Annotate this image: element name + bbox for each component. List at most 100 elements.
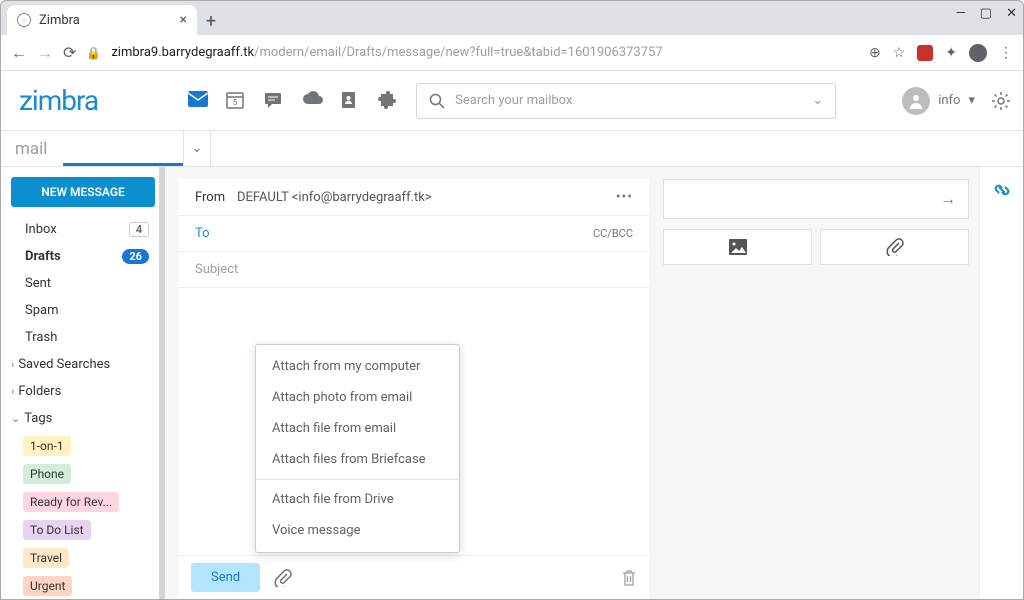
star-icon[interactable]: ☆ (893, 45, 906, 61)
zoom-plus-icon[interactable]: ⊕ (869, 45, 881, 61)
from-row: From DEFAULT <info@barrydegraaff.tk> ••• (179, 179, 649, 216)
new-message-button[interactable]: NEW MESSAGE (11, 177, 155, 207)
ublock-icon[interactable] (917, 45, 933, 61)
attach-file-from-drive[interactable]: Attach file from Drive (256, 484, 459, 515)
insert-image-button[interactable] (663, 229, 812, 265)
profile-icon[interactable] (969, 44, 987, 62)
from-label: From (195, 190, 237, 205)
attach-menu: Attach from my computer Attach photo fro… (255, 344, 460, 553)
close-icon[interactable]: × (180, 12, 187, 28)
avatar-icon (902, 87, 930, 115)
tag-1on1[interactable]: 1-on-1 (23, 436, 71, 456)
user-label: info (938, 93, 960, 108)
attach-button[interactable] (266, 565, 300, 591)
folder-label: Tags (24, 411, 52, 426)
subject-input[interactable]: Subject (179, 252, 649, 288)
url-path: /modern/email/Drafts/message/new?full=tr… (254, 45, 663, 60)
forward-icon: → (37, 43, 53, 63)
chat-icon[interactable] (264, 91, 284, 111)
mail-tabs-bar: mail ⌄ (1, 131, 1023, 167)
compose-more-menu-icon[interactable]: ••• (616, 189, 633, 205)
folder-saved-searches[interactable]: › Saved Searches (9, 352, 157, 377)
calendar-icon[interactable]: 5 (226, 91, 246, 111)
folder-trash[interactable]: Trash (9, 325, 157, 350)
tab-title: Zimbra (39, 13, 80, 28)
close-window-icon[interactable]: ✕ (1006, 6, 1017, 21)
extensions-icon[interactable]: ✦ (945, 45, 957, 61)
folder-spam[interactable]: Spam (9, 298, 157, 323)
gear-icon[interactable] (991, 91, 1011, 111)
chevron-down-icon[interactable]: ⌄ (812, 93, 823, 108)
zimbra-logo[interactable]: zimbra (19, 84, 98, 117)
caret-down-icon: ▾ (968, 93, 975, 108)
tag-ready-review[interactable]: Ready for Rev... (23, 492, 119, 512)
chevron-down-icon: ⌄ (11, 412, 20, 425)
folder-drafts[interactable]: Drafts 26 (9, 244, 157, 269)
tag-phone[interactable]: Phone (23, 464, 71, 484)
drafts-count: 26 (122, 249, 149, 264)
window-controls: — ▢ ✕ (956, 6, 1017, 21)
browser-tab[interactable]: ◌ Zimbra × (7, 5, 197, 35)
folder-label: Inbox (25, 222, 57, 237)
folder-folders[interactable]: › Folders (9, 379, 157, 404)
kebab-menu-icon[interactable]: ⋮ (999, 45, 1013, 61)
contacts-icon[interactable] (340, 91, 360, 111)
attach-photo-from-email[interactable]: Attach photo from email (256, 382, 459, 413)
folder-label: Saved Searches (18, 357, 110, 372)
ccbcc-toggle[interactable]: CC/BCC (593, 227, 633, 240)
right-search-input[interactable]: → (663, 179, 969, 219)
folder-label: Spam (25, 303, 59, 318)
attach-from-computer[interactable]: Attach from my computer (256, 351, 459, 382)
far-right-bar (979, 167, 1023, 599)
svg-text:5: 5 (233, 98, 238, 107)
url-field[interactable]: zimbra9.barrydegraaff.tk/modern/email/Dr… (111, 45, 859, 60)
tag-travel[interactable]: Travel (23, 548, 69, 568)
minimize-icon[interactable]: — (956, 6, 966, 21)
chevron-right-icon: › (11, 358, 14, 371)
inbox-count: 4 (129, 222, 149, 237)
insert-attachment-button[interactable] (820, 229, 969, 265)
user-menu[interactable]: info ▾ (902, 87, 975, 115)
mail-tab-dropdown[interactable]: ⌄ (183, 131, 211, 166)
globe-icon: ◌ (17, 13, 31, 27)
app-header: zimbra 5 Search you (1, 71, 1023, 131)
link-chain-icon[interactable] (991, 179, 1013, 201)
attach-file-from-email[interactable]: Attach file from email (256, 413, 459, 444)
folder-label: Folders (18, 384, 61, 399)
search-input[interactable]: Search your mailbox ⌄ (416, 83, 836, 119)
mail-label[interactable]: mail (1, 131, 63, 166)
tag-todo[interactable]: To Do List (23, 520, 91, 540)
discard-button[interactable] (621, 569, 637, 587)
folder-tags[interactable]: ⌄ Tags (9, 406, 157, 431)
attach-files-briefcase[interactable]: Attach files from Briefcase (256, 444, 459, 475)
puzzle-icon[interactable] (378, 91, 398, 111)
folder-inbox[interactable]: Inbox 4 (9, 217, 157, 242)
voice-message[interactable]: Voice message (256, 515, 459, 546)
search-icon (429, 93, 445, 109)
to-label[interactable]: To (195, 226, 237, 241)
folder-label: Sent (25, 276, 51, 291)
lock-icon[interactable]: 🔒 (86, 46, 101, 60)
sidebar: NEW MESSAGE Inbox 4 Drafts 26 Sent Spam … (1, 167, 165, 599)
mail-active-tab[interactable] (63, 131, 183, 166)
right-pane: → (649, 167, 979, 599)
arrow-right-icon[interactable]: → (928, 189, 968, 209)
to-row[interactable]: To CC/BCC (179, 216, 649, 252)
chevron-right-icon: › (11, 385, 14, 398)
compose-footer: Send (179, 555, 649, 599)
folder-sent[interactable]: Sent (9, 271, 157, 296)
back-icon[interactable]: ← (11, 43, 27, 63)
from-value[interactable]: DEFAULT <info@barrydegraaff.tk> (237, 190, 432, 205)
mail-icon[interactable] (188, 91, 208, 111)
send-button[interactable]: Send (191, 563, 260, 592)
address-bar: ← → ⟳ 🔒 zimbra9.barrydegraaff.tk/modern/… (1, 35, 1023, 71)
compose-body[interactable]: Attach from my computer Attach photo fro… (179, 288, 649, 555)
new-tab-button[interactable]: + (197, 7, 225, 35)
cloud-icon[interactable] (302, 91, 322, 111)
compose-panel: From DEFAULT <info@barrydegraaff.tk> •••… (179, 179, 649, 599)
maximize-icon[interactable]: ▢ (980, 6, 992, 21)
tag-urgent[interactable]: Urgent (23, 576, 72, 596)
folder-label: Trash (25, 330, 57, 345)
browser-titlebar: ◌ Zimbra × + — ▢ ✕ (1, 1, 1023, 35)
reload-icon[interactable]: ⟳ (63, 43, 76, 62)
